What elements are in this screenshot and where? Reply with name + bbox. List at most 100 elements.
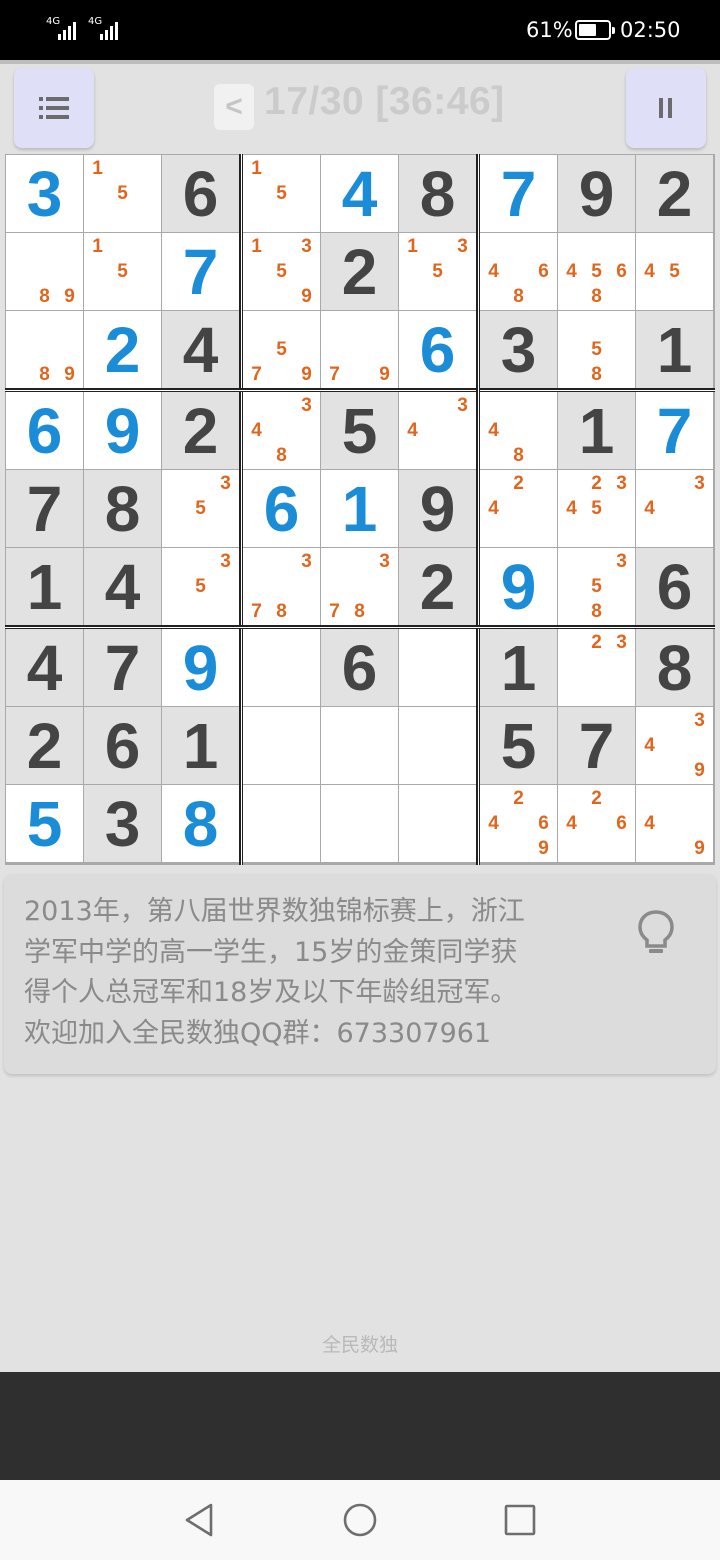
- sudoku-cell-r8c3[interactable]: 1: [162, 707, 239, 784]
- pencil-mark: 5: [117, 260, 128, 282]
- back-triangle-icon: [185, 1503, 213, 1537]
- sudoku-cell-r7c2[interactable]: 7: [84, 629, 161, 706]
- sudoku-cell-r3c2[interactable]: 2: [84, 311, 161, 388]
- sudoku-cell-r7c5[interactable]: 6: [321, 629, 398, 706]
- sudoku-cell-r4c2[interactable]: 9: [84, 392, 161, 469]
- nav-home-button[interactable]: [320, 1480, 400, 1560]
- sudoku-cell-r1c3[interactable]: 6: [162, 155, 239, 232]
- sudoku-cell-r1c8[interactable]: 9: [558, 155, 635, 232]
- sudoku-cell-r6c6[interactable]: 2: [399, 548, 476, 625]
- sudoku-cell-r7c3[interactable]: 9: [162, 629, 239, 706]
- pencil-mark: 3: [457, 394, 468, 416]
- sudoku-cell-r3c7[interactable]: 3: [480, 311, 557, 388]
- sudoku-cell-r2c7[interactable]: 4 68: [480, 233, 557, 310]
- sudoku-cell-r2c1[interactable]: 89: [6, 233, 83, 310]
- sudoku-cell-r5c7[interactable]: 24: [480, 470, 557, 547]
- sudoku-cell-r9c9[interactable]: 49: [636, 785, 713, 862]
- nav-recents-button[interactable]: [480, 1480, 560, 1560]
- given-digit: 1: [182, 709, 219, 782]
- sudoku-cell-r7c4[interactable]: [243, 629, 320, 706]
- sudoku-cell-r9c3[interactable]: 8: [162, 785, 239, 862]
- sudoku-cell-r2c2[interactable]: 15: [84, 233, 161, 310]
- sudoku-cell-r5c6[interactable]: 9: [399, 470, 476, 547]
- sudoku-cell-r1c5[interactable]: 4: [321, 155, 398, 232]
- sudoku-cell-r3c9[interactable]: 1: [636, 311, 713, 388]
- sudoku-cell-r8c1[interactable]: 2: [6, 707, 83, 784]
- sudoku-cell-r6c2[interactable]: 4: [84, 548, 161, 625]
- sudoku-cell-r3c1[interactable]: 89: [6, 311, 83, 388]
- menu-button[interactable]: [14, 68, 94, 148]
- sudoku-cell-r2c4[interactable]: 1 359: [243, 233, 320, 310]
- hint-button[interactable]: [636, 908, 676, 962]
- sudoku-cell-r2c3[interactable]: 7: [162, 233, 239, 310]
- sudoku-cell-r9c4[interactable]: [243, 785, 320, 862]
- sudoku-cell-r7c7[interactable]: 1: [480, 629, 557, 706]
- sudoku-cell-r1c6[interactable]: 8: [399, 155, 476, 232]
- sudoku-cell-r5c9[interactable]: 34: [636, 470, 713, 547]
- pencil-mark: 7: [251, 600, 262, 622]
- sudoku-cell-r6c3[interactable]: 35: [162, 548, 239, 625]
- sudoku-cell-r5c4[interactable]: 6: [243, 470, 320, 547]
- previous-puzzle-button[interactable]: <: [214, 84, 254, 130]
- sudoku-cell-r9c8[interactable]: 24 6: [558, 785, 635, 862]
- sudoku-cell-r4c5[interactable]: 5: [321, 392, 398, 469]
- sudoku-cell-r8c8[interactable]: 7: [558, 707, 635, 784]
- sudoku-cell-r9c7[interactable]: 24 6 9: [480, 785, 557, 862]
- sudoku-cell-r5c5[interactable]: 1: [321, 470, 398, 547]
- sudoku-cell-r3c4[interactable]: 57 9: [243, 311, 320, 388]
- sudoku-cell-r8c4[interactable]: [243, 707, 320, 784]
- sudoku-cell-r4c4[interactable]: 3 48: [243, 392, 320, 469]
- sudoku-cell-r3c8[interactable]: 58: [558, 311, 635, 388]
- sudoku-cell-r4c8[interactable]: 1: [558, 392, 635, 469]
- sudoku-cell-r6c9[interactable]: 6: [636, 548, 713, 625]
- sudoku-cell-r8c5[interactable]: [321, 707, 398, 784]
- sudoku-cell-r9c2[interactable]: 3: [84, 785, 161, 862]
- sudoku-cell-r4c6[interactable]: 34: [399, 392, 476, 469]
- sudoku-cell-r6c1[interactable]: 1: [6, 548, 83, 625]
- sudoku-cell-r2c8[interactable]: 4568: [558, 233, 635, 310]
- sudoku-cell-r1c9[interactable]: 2: [636, 155, 713, 232]
- sudoku-cell-r8c6[interactable]: [399, 707, 476, 784]
- sudoku-cell-r7c9[interactable]: 8: [636, 629, 713, 706]
- sudoku-cell-r8c9[interactable]: 3 4 9: [636, 707, 713, 784]
- nav-back-button[interactable]: [160, 1480, 240, 1560]
- sudoku-cell-r2c9[interactable]: 45: [636, 233, 713, 310]
- pause-button[interactable]: [626, 68, 706, 148]
- sudoku-cell-r7c6[interactable]: [399, 629, 476, 706]
- sudoku-cell-r9c6[interactable]: [399, 785, 476, 862]
- sudoku-cell-r3c5[interactable]: 79: [321, 311, 398, 388]
- sudoku-cell-r5c2[interactable]: 8: [84, 470, 161, 547]
- sudoku-cell-r8c2[interactable]: 6: [84, 707, 161, 784]
- sudoku-cell-r1c7[interactable]: 7: [480, 155, 557, 232]
- sudoku-cell-r2c5[interactable]: 2: [321, 233, 398, 310]
- sudoku-cell-r1c2[interactable]: 15: [84, 155, 161, 232]
- sudoku-cell-r4c9[interactable]: 7: [636, 392, 713, 469]
- sudoku-cell-r4c7[interactable]: 48: [480, 392, 557, 469]
- sudoku-cell-r9c1[interactable]: 5: [6, 785, 83, 862]
- pencil-mark: 7: [251, 363, 262, 385]
- sudoku-cell-r4c3[interactable]: 2: [162, 392, 239, 469]
- sudoku-cell-r7c1[interactable]: 4: [6, 629, 83, 706]
- sudoku-cell-r3c6[interactable]: 6: [399, 311, 476, 388]
- given-digit: 7: [578, 709, 615, 782]
- sudoku-cell-r6c7[interactable]: 9: [480, 548, 557, 625]
- sudoku-cell-r2c6[interactable]: 1 35: [399, 233, 476, 310]
- sudoku-cell-r6c5[interactable]: 3 78: [321, 548, 398, 625]
- sudoku-cell-r5c8[interactable]: 23 45: [558, 470, 635, 547]
- entered-digit: 9: [104, 394, 141, 467]
- sudoku-cell-r9c5[interactable]: [321, 785, 398, 862]
- pencil-mark: 8: [276, 444, 287, 466]
- sudoku-cell-r8c7[interactable]: 5: [480, 707, 557, 784]
- sudoku-cell-r7c8[interactable]: 23: [558, 629, 635, 706]
- sudoku-cell-r1c4[interactable]: 15: [243, 155, 320, 232]
- sudoku-cell-r1c1[interactable]: 3: [6, 155, 83, 232]
- sudoku-cell-r5c1[interactable]: 7: [6, 470, 83, 547]
- sudoku-cell-r6c8[interactable]: 35 8: [558, 548, 635, 625]
- sudoku-cell-r5c3[interactable]: 35: [162, 470, 239, 547]
- sudoku-cell-r4c1[interactable]: 6: [6, 392, 83, 469]
- entered-digit: 6: [263, 472, 300, 545]
- pencil-mark: 8: [513, 444, 524, 466]
- sudoku-cell-r3c3[interactable]: 4: [162, 311, 239, 388]
- pencil-mark: 2: [591, 472, 602, 494]
- sudoku-cell-r6c4[interactable]: 3 78: [243, 548, 320, 625]
